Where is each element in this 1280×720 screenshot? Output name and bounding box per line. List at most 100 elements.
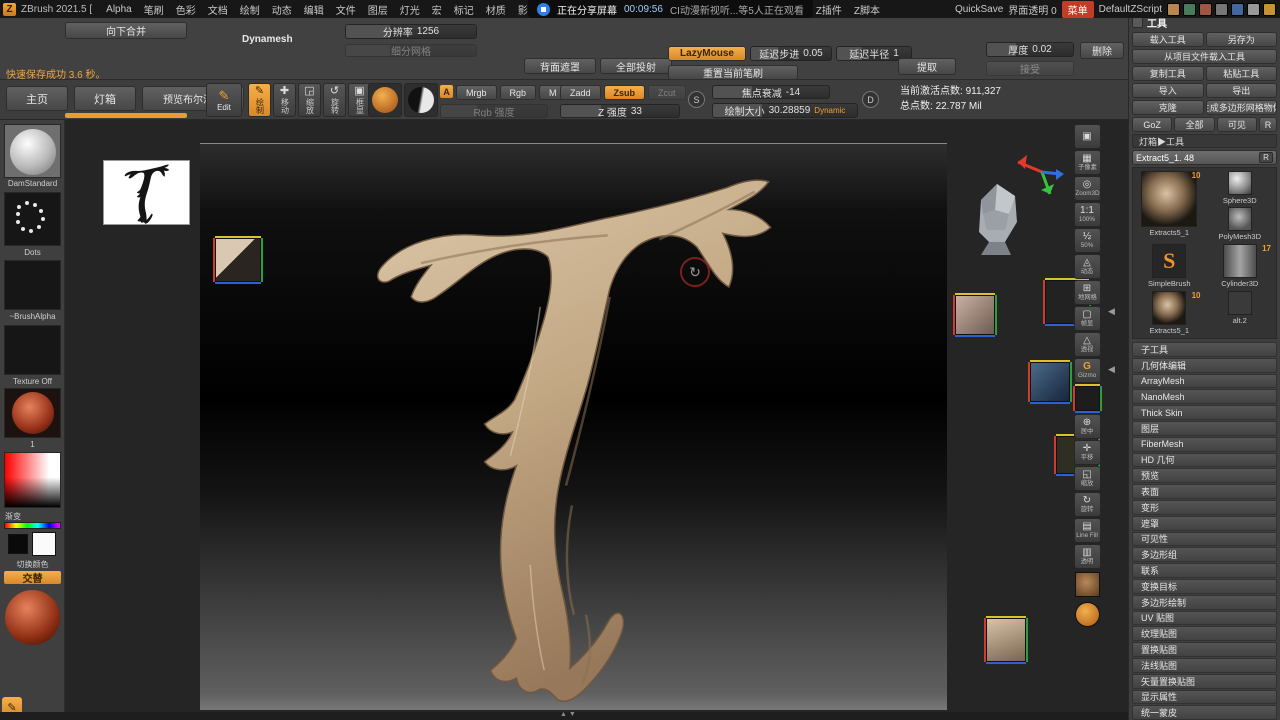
tool-section-23[interactable]: 统一蒙皮 — [1132, 705, 1277, 720]
lightbox-button[interactable]: 灯箱 — [74, 86, 136, 111]
save-as-button[interactable]: 另存为 — [1205, 32, 1277, 47]
current-brush-thumb[interactable] — [4, 124, 61, 178]
alpha-preview-thumb[interactable] — [103, 160, 190, 225]
transparency-icon[interactable]: ▥ 透明 — [1073, 544, 1101, 569]
tool-section-2[interactable]: ArrayMesh — [1132, 373, 1277, 389]
edit-button[interactable]: ✎ Edit — [206, 83, 242, 117]
sculpt-model[interactable] — [355, 148, 785, 704]
actual-size-icon[interactable]: 1:1 100% — [1073, 202, 1101, 227]
export-button[interactable]: 导出 — [1205, 83, 1277, 98]
thickness-slider[interactable]: 厚度 0.02 — [986, 42, 1074, 57]
import-button[interactable]: 导入 — [1132, 83, 1204, 98]
tool-section-12[interactable]: 可见性 — [1132, 531, 1277, 547]
center-icon[interactable]: ⊕ 居中 — [1073, 414, 1101, 439]
home-button[interactable]: 主页 — [6, 86, 68, 111]
doc-icon[interactable] — [1263, 2, 1276, 16]
delete-button[interactable]: 删除 — [1080, 42, 1124, 59]
pen-icon[interactable] — [1167, 2, 1180, 16]
tool-section-22[interactable]: 显示属性 — [1132, 689, 1277, 705]
subpixel-icon[interactable]: ▦ 子像素 — [1073, 150, 1101, 175]
material-preview-sphere[interactable] — [5, 590, 60, 645]
hue-strip[interactable] — [4, 522, 61, 529]
scale-tool-icon[interactable]: ◲ 缩放 — [298, 83, 321, 117]
frame-icon[interactable]: ▢ 帧显 — [1073, 306, 1101, 331]
lightbox-tool-row[interactable]: 灯箱▶工具 — [1132, 134, 1277, 148]
tool-section-10[interactable]: 变形 — [1132, 499, 1277, 515]
tool-section-9[interactable]: 表面 — [1132, 484, 1277, 499]
tool-section-11[interactable]: 遮罩 — [1132, 515, 1277, 531]
current-color-button[interactable] — [404, 83, 438, 117]
tool-section-3[interactable]: NanoMesh — [1132, 389, 1277, 405]
menu-item-9[interactable]: 灯光 — [394, 2, 426, 17]
menu-item-22[interactable]: Z插件 — [810, 2, 848, 17]
tool-section-19[interactable]: 置换贴图 — [1132, 642, 1277, 657]
tool-thumb-extract-2[interactable]: 10 Extracts5_1 — [1136, 291, 1203, 335]
rotate-view-icon[interactable]: ↻ 旋转 — [1073, 492, 1101, 517]
lazymouse-button[interactable]: LazyMouse — [668, 46, 746, 61]
tool-section-6[interactable]: FiberMesh — [1132, 436, 1277, 452]
merge-down-button[interactable]: 向下合并 — [65, 22, 187, 39]
tool-thumb-cylinder3d[interactable]: 17 Cylinder3D — [1207, 244, 1274, 288]
texture-icon[interactable] — [1231, 2, 1244, 16]
tool-section-21[interactable]: 矢量置换贴图 — [1132, 673, 1277, 689]
menu-item-5[interactable]: 动态 — [266, 2, 298, 17]
tool-section-16[interactable]: 多边形绘制 — [1132, 594, 1277, 610]
spotlight-thumb-1[interactable] — [215, 238, 261, 282]
goz-r-button[interactable]: R — [1258, 117, 1277, 132]
active-tool-r-button[interactable]: R — [1259, 152, 1273, 163]
paste-tool-button[interactable]: 粘贴工具 — [1205, 66, 1277, 81]
spotlight-thumb-6[interactable] — [986, 618, 1026, 662]
canvas-scroll-arrows[interactable]: ▲▼ — [560, 711, 578, 718]
floor-grid-icon[interactable]: ⊞ 地网格 — [1073, 280, 1101, 305]
panel-collapse-arrow-2[interactable]: ◀ — [1108, 364, 1115, 375]
menu-item-1[interactable]: 笔刷 — [138, 2, 170, 17]
zscript-name[interactable]: DefaultZScript — [1099, 4, 1162, 15]
spotlight-thumb-4[interactable] — [1030, 362, 1070, 402]
ui-opacity-label[interactable]: 界面透明 0 — [1008, 2, 1056, 17]
active-tool-bar[interactable]: Extract5_1. 48 R — [1132, 150, 1277, 165]
dynamic-persp-icon[interactable]: ◬ 动态 — [1073, 254, 1101, 279]
menu-item-6[interactable]: 编辑 — [298, 2, 330, 17]
resolution-slider[interactable]: 分辨率 1256 — [345, 24, 477, 39]
alpha-icon[interactable] — [1247, 2, 1260, 16]
tool-thumb-extract-active[interactable]: 10 Extracts5_1 — [1136, 171, 1203, 241]
zcut-button[interactable]: Zcut — [648, 85, 686, 100]
quicksave-button[interactable]: QuickSave — [955, 4, 1003, 15]
reset-brush-button[interactable]: 重置当前笔刷 — [668, 65, 798, 80]
current-texture-thumb[interactable] — [4, 325, 61, 375]
dynamic-size-icon[interactable]: D — [862, 91, 879, 108]
z-intensity-slider[interactable]: Z 强度 33 — [560, 104, 680, 118]
axis-gizmo[interactable] — [1008, 142, 1068, 202]
mrgb-button[interactable]: Mrgb — [456, 85, 497, 100]
current-material-button[interactable] — [368, 83, 402, 117]
draw-tool-icon[interactable]: ✎ 绘制 — [248, 83, 271, 117]
accept-button[interactable]: 接受 — [986, 61, 1074, 76]
tool-section-4[interactable]: Thick Skin — [1132, 405, 1277, 420]
persp-icon[interactable]: △ 透视 — [1073, 332, 1101, 357]
half-size-icon[interactable]: ½ 50% — [1073, 228, 1101, 253]
zoom3d-icon[interactable]: ◎ Zoom3D — [1073, 176, 1101, 201]
move-tool-icon[interactable]: ✚ 移动 — [273, 83, 296, 117]
tool-thumb-sphere3d[interactable]: Sphere3D — [1207, 171, 1274, 205]
goz-visible-button[interactable]: 可见 — [1216, 117, 1257, 132]
tool-section-18[interactable]: 纹理贴图 — [1132, 626, 1277, 642]
current-alpha-thumb[interactable] — [4, 260, 61, 310]
lightbox-drag-bar[interactable] — [65, 113, 187, 118]
alternate-button[interactable]: 交替 — [4, 571, 61, 585]
menu-item-10[interactable]: 宏 — [426, 2, 448, 17]
menu-item-0[interactable]: Alpha — [100, 4, 138, 15]
linefill-icon[interactable]: ▤ Line Fill — [1073, 518, 1101, 543]
menu-item-11[interactable]: 标记 — [448, 2, 480, 17]
scale-view-icon[interactable]: ◱ 缩放 — [1073, 466, 1101, 491]
tool-section-17[interactable]: UV 贴图 — [1132, 610, 1277, 626]
tool-section-15[interactable]: 变换目标 — [1132, 578, 1277, 594]
load-tool-button[interactable]: 载入工具 — [1132, 32, 1204, 47]
tool-section-5[interactable]: 图层 — [1132, 420, 1277, 436]
copy-tool-button[interactable]: 复制工具 — [1132, 66, 1204, 81]
menu-item-4[interactable]: 绘制 — [234, 2, 266, 17]
rotate-tool-icon[interactable]: ↺ 旋转 — [323, 83, 346, 117]
menu-item-7[interactable]: 文件 — [330, 2, 362, 17]
panel-collapse-arrow-1[interactable]: ◀ — [1108, 306, 1115, 317]
tool-thumb-alt2[interactable]: alt.2 — [1207, 291, 1274, 335]
menu-item-2[interactable]: 色彩 — [170, 2, 202, 17]
